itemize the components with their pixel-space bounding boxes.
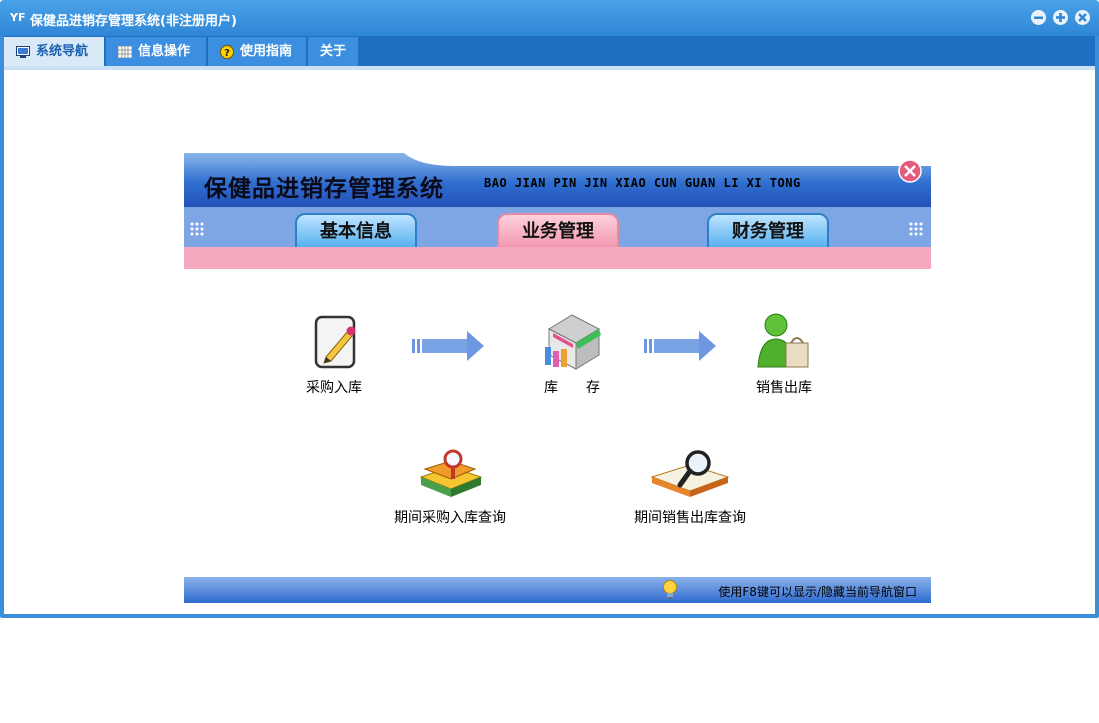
tab-label: 使用指南: [240, 44, 293, 59]
tab-finance-management[interactable]: 财务管理: [707, 213, 829, 247]
item-label: 期间销售出库查询: [634, 510, 746, 526]
tab-user-guide[interactable]: ? 使用指南: [208, 37, 306, 66]
purchase-in-item[interactable]: 采购入库: [292, 313, 376, 397]
warehouse-store-icon: [545, 314, 601, 370]
minimize-button[interactable]: [1031, 10, 1046, 25]
banner-wave-decoration: [184, 153, 931, 166]
lightbulb-icon: [663, 580, 677, 599]
panel-close-icon[interactable]: [898, 159, 922, 183]
grid-icon: [118, 45, 132, 58]
monitor-icon: [16, 45, 30, 58]
yf-logo-icon: YF: [10, 11, 26, 24]
flow-arrow-icon: [644, 331, 716, 361]
period-purchase-query-item[interactable]: 期间采购入库查询: [380, 447, 520, 527]
tab-label: 关于: [320, 44, 347, 59]
svg-text:?: ?: [224, 48, 230, 59]
minimize-icon: [1034, 16, 1043, 19]
close-button[interactable]: [1075, 10, 1090, 25]
panel-subtitle: BAO JIAN PIN JIN XIAO CUN GUAN LI XI TON…: [484, 176, 801, 190]
tab-system-navigation[interactable]: 系统导航: [4, 37, 104, 66]
item-label: 库 存: [544, 380, 600, 396]
period-sales-query-item[interactable]: 期间销售出库查询: [620, 447, 760, 527]
window-title: 保健品进销存管理系统(非注册用户): [30, 14, 237, 29]
maximize-button[interactable]: [1053, 10, 1068, 25]
tab-about[interactable]: 关于: [308, 37, 358, 66]
grip-dots-icon: [909, 222, 923, 236]
panel-tab-row: 基本信息 业务管理 财务管理: [184, 207, 931, 247]
edit-document-icon: [314, 315, 356, 369]
close-icon: [1078, 13, 1087, 22]
help-icon: ?: [220, 44, 234, 59]
books-search-icon: [419, 449, 483, 497]
sales-out-item[interactable]: 销售出库: [744, 309, 824, 397]
book-magnifier-icon: [650, 450, 730, 497]
panel-title: 保健品进销存管理系统: [204, 175, 444, 202]
tab-label: 信息操作: [138, 44, 191, 59]
sales-person-icon: [757, 313, 809, 368]
pink-strip: [184, 247, 931, 269]
panel-footer: 使用F8键可以显示/隐藏当前导航窗口: [184, 577, 931, 603]
item-label: 期间采购入库查询: [394, 510, 506, 526]
footer-tip: 使用F8键可以显示/隐藏当前导航窗口: [718, 585, 917, 599]
title-bar[interactable]: YF 保健品进销存管理系统(非注册用户): [0, 0, 1099, 36]
item-label: 采购入库: [306, 380, 362, 396]
flow-arrow-icon: [412, 331, 484, 361]
maximize-icon: [1056, 13, 1065, 22]
tab-label: 系统导航: [36, 44, 89, 59]
inventory-item[interactable]: 库 存: [528, 307, 616, 397]
tab-info-operation[interactable]: 信息操作: [106, 37, 206, 66]
item-label: 销售出库: [756, 380, 812, 396]
grip-dots-icon: [190, 222, 204, 236]
menu-bar: 系统导航 信息操作 ? 使用指南 关于: [4, 36, 1095, 66]
navigation-panel: 保健品进销存管理系统 BAO JIAN PIN JIN XIAO CUN GUA…: [184, 153, 931, 603]
tab-business-management[interactable]: 业务管理: [497, 213, 619, 247]
tab-basic-info[interactable]: 基本信息: [295, 213, 417, 247]
panel-banner: 保健品进销存管理系统 BAO JIAN PIN JIN XIAO CUN GUA…: [184, 153, 931, 207]
